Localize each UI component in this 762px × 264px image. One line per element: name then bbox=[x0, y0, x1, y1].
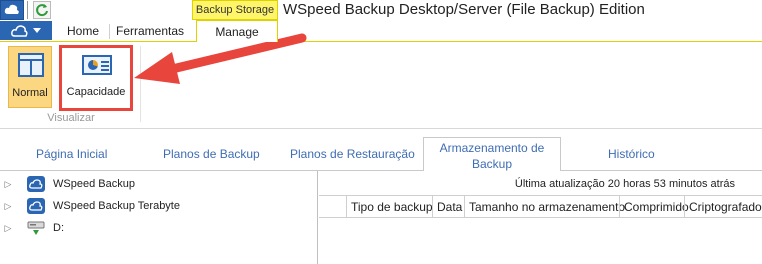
tab-historico[interactable]: Histórico bbox=[608, 147, 655, 161]
tree-item-label: WSpeed Backup Terabyte bbox=[53, 200, 180, 212]
table-header: Tipo de backup Data Tamanho no armazenam… bbox=[319, 195, 762, 218]
last-update-text: Última atualização 20 horas 53 minutos a… bbox=[514, 178, 735, 190]
tab-planos-de-restauracao[interactable]: Planos de Restauração bbox=[290, 147, 415, 161]
context-tab-group-label: Backup Storage bbox=[192, 0, 278, 20]
tab-divider bbox=[109, 24, 110, 39]
ribbon-tab-home[interactable]: Home bbox=[58, 22, 108, 41]
column-header-data[interactable]: Data bbox=[432, 196, 462, 218]
capacity-view-label: Capacidade bbox=[66, 86, 126, 98]
ribbon-panel: Normal Capacidade Visualizar bbox=[0, 41, 762, 129]
layout-icon bbox=[18, 53, 44, 77]
refresh-icon[interactable] bbox=[33, 1, 51, 19]
main-navigation-tabs: Página Inicial Planos de Backup Planos d… bbox=[0, 129, 762, 172]
chevron-down-icon bbox=[33, 27, 41, 33]
column-header-tamanho[interactable]: Tamanho no armazenamento bbox=[464, 196, 625, 218]
capacity-chart-icon bbox=[82, 55, 112, 75]
details-panel: Última atualização 20 horas 53 minutos a… bbox=[319, 171, 762, 264]
expand-arrow-icon[interactable]: ▷ bbox=[4, 179, 12, 190]
column-header-criptografado[interactable]: Criptografado bbox=[684, 196, 762, 218]
capacity-view-button[interactable]: Capacidade bbox=[59, 45, 133, 111]
application-menu-button[interactable] bbox=[0, 21, 52, 40]
tab-pagina-inicial[interactable]: Página Inicial bbox=[36, 147, 107, 161]
ribbon-group-label: Visualizar bbox=[47, 112, 95, 124]
storage-tree: ▷ WSpeed Backup ▷ WSpeed Backup Terabyte… bbox=[0, 171, 318, 264]
app-logo-icon[interactable] bbox=[0, 0, 24, 20]
tree-item-label: WSpeed Backup bbox=[53, 178, 135, 190]
column-header-tipo-de-backup[interactable]: Tipo de backup bbox=[346, 196, 433, 218]
normal-view-button[interactable]: Normal bbox=[8, 46, 52, 108]
cloud-storage-icon bbox=[27, 176, 45, 192]
normal-view-label: Normal bbox=[12, 87, 48, 99]
expand-arrow-icon[interactable]: ▷ bbox=[4, 223, 12, 234]
toolbar-divider bbox=[27, 1, 28, 19]
cloud-storage-icon bbox=[27, 198, 45, 214]
cloud-icon bbox=[11, 24, 28, 37]
tree-item-label: D: bbox=[53, 222, 64, 234]
expand-arrow-icon[interactable]: ▷ bbox=[4, 201, 12, 212]
column-header-comprimido[interactable]: Comprimido bbox=[619, 196, 689, 218]
tab-planos-de-backup[interactable]: Planos de Backup bbox=[163, 147, 260, 161]
tab-armazenamento-de-backup[interactable]: Armazenamento de Backup bbox=[423, 137, 561, 172]
drive-icon bbox=[27, 220, 45, 236]
window-title: WSpeed Backup Desktop/Server (File Backu… bbox=[283, 1, 645, 18]
ribbon-tab-manage[interactable]: Manage bbox=[196, 20, 278, 42]
